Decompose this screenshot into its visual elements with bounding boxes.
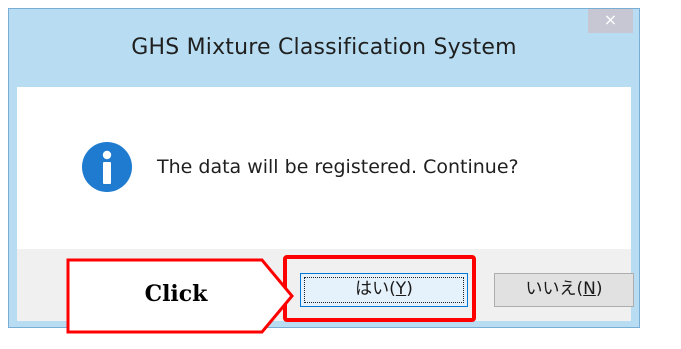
dialog-title: GHS Mixture Classification System xyxy=(131,35,517,60)
info-icon xyxy=(82,142,132,192)
no-button-accel: N xyxy=(583,279,596,299)
callout-label: Click xyxy=(144,281,208,307)
dialog-content: The data will be registered. Continue? xyxy=(17,87,631,249)
focus-ring xyxy=(304,277,464,303)
title-bar[interactable]: GHS Mixture Classification System × xyxy=(9,9,639,87)
dialog-message: The data will be registered. Continue? xyxy=(157,156,519,178)
no-button[interactable]: いいえ(N) xyxy=(494,273,634,307)
click-callout: Click xyxy=(66,258,298,338)
yes-button[interactable]: はい(Y) xyxy=(300,273,468,307)
no-button-suffix: ) xyxy=(595,279,603,299)
close-button[interactable]: × xyxy=(588,9,633,33)
no-button-label: いいえ( xyxy=(525,279,584,299)
